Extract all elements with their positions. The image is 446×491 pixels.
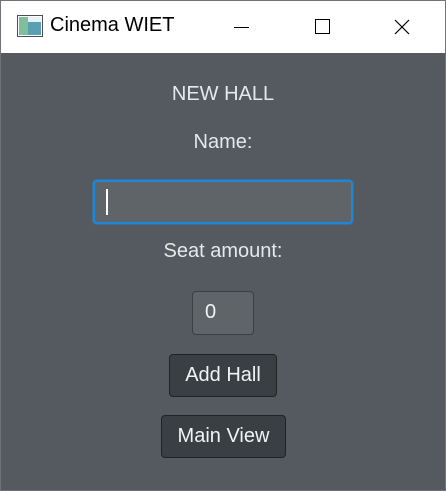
title-bar[interactable]: Cinema WIET [1,1,445,53]
maximize-icon [315,19,330,34]
app-icon [17,15,43,37]
main-view-button[interactable]: Main View [161,415,286,458]
name-label: Name: [193,131,253,153]
form-heading: NEW HALL [171,83,275,105]
name-input[interactable] [93,180,353,224]
seat-amount-input[interactable]: 0 [192,291,254,335]
minimize-icon [234,27,249,28]
close-button[interactable] [362,1,442,53]
form-panel: NEW HALL Name: Seat amount: 0 Add Hall M… [1,53,445,490]
window-title: Cinema WIET [50,14,175,36]
minimize-button[interactable] [201,1,281,53]
maximize-button[interactable] [281,1,361,53]
add-hall-button[interactable]: Add Hall [169,354,277,397]
close-icon [394,19,410,35]
text-caret [106,189,108,215]
app-window: Cinema WIET NEW HALL Name: Seat amount: … [0,0,446,491]
seat-amount-label: Seat amount: [163,240,283,262]
